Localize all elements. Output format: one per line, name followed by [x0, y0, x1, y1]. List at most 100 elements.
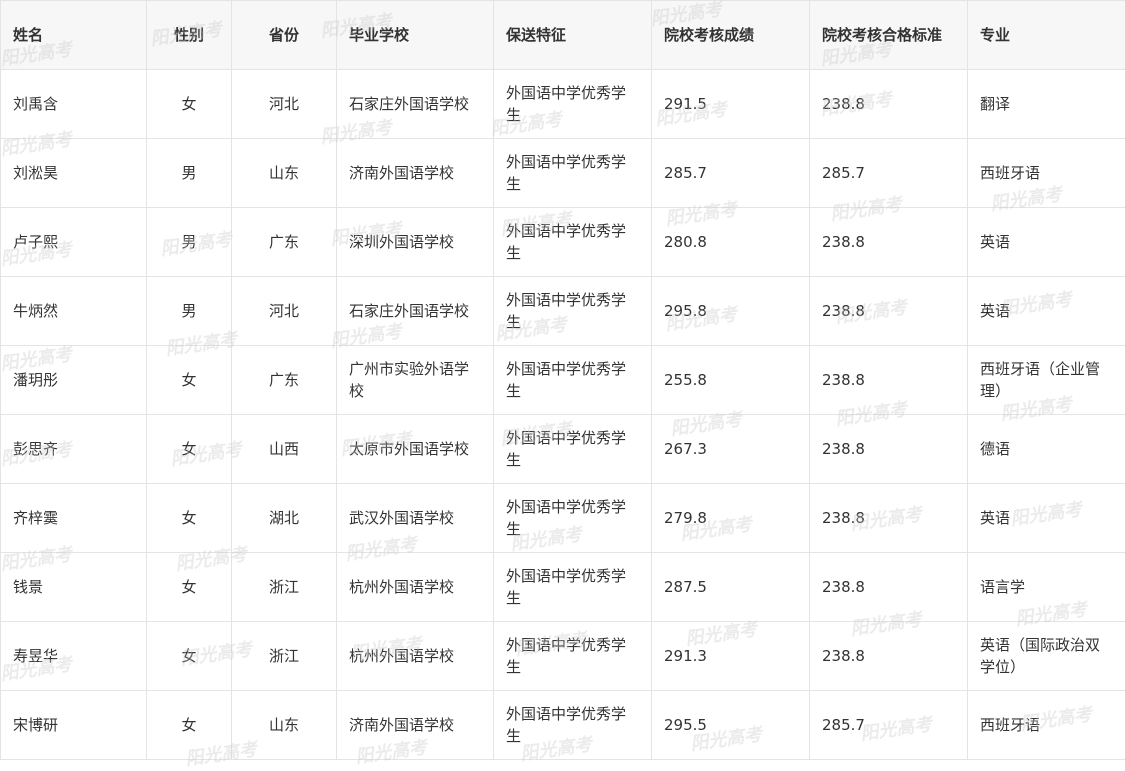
- cell-standard: 238.8: [810, 346, 968, 415]
- cell-feature: 外国语中学优秀学生: [494, 346, 652, 415]
- cell-gender: 女: [147, 346, 232, 415]
- cell-feature: 外国语中学优秀学生: [494, 415, 652, 484]
- cell-name: 宋博研: [1, 691, 147, 760]
- cell-school: 深圳外国语学校: [337, 208, 494, 277]
- cell-province: 广东: [232, 208, 337, 277]
- header-score: 院校考核成绩: [652, 1, 810, 70]
- cell-standard: 238.8: [810, 415, 968, 484]
- cell-feature: 外国语中学优秀学生: [494, 553, 652, 622]
- header-feature: 保送特征: [494, 1, 652, 70]
- cell-major: 西班牙语（企业管理）: [968, 346, 1125, 415]
- cell-major: 翻译: [968, 70, 1125, 139]
- cell-name: 寿昱华: [1, 622, 147, 691]
- cell-feature: 外国语中学优秀学生: [494, 484, 652, 553]
- cell-name: 彭思齐: [1, 415, 147, 484]
- cell-province: 浙江: [232, 553, 337, 622]
- cell-major: 语言学: [968, 553, 1125, 622]
- cell-name: 钱景: [1, 553, 147, 622]
- cell-score: 279.8: [652, 484, 810, 553]
- header-gender: 性别: [147, 1, 232, 70]
- cell-school: 济南外国语学校: [337, 691, 494, 760]
- cell-score: 295.8: [652, 277, 810, 346]
- cell-standard: 238.8: [810, 277, 968, 346]
- table-row: 卢子熙男广东深圳外国语学校外国语中学优秀学生280.8238.8英语: [1, 208, 1125, 277]
- cell-province: 山东: [232, 139, 337, 208]
- header-province: 省份: [232, 1, 337, 70]
- cell-standard: 285.7: [810, 139, 968, 208]
- cell-school: 石家庄外国语学校: [337, 70, 494, 139]
- cell-school: 太原市外国语学校: [337, 415, 494, 484]
- cell-name: 卢子熙: [1, 208, 147, 277]
- cell-score: 287.5: [652, 553, 810, 622]
- cell-school: 济南外国语学校: [337, 139, 494, 208]
- cell-standard: 238.8: [810, 553, 968, 622]
- table-row: 刘淞昊男山东济南外国语学校外国语中学优秀学生285.7285.7西班牙语: [1, 139, 1125, 208]
- header-name: 姓名: [1, 1, 147, 70]
- cell-gender: 女: [147, 553, 232, 622]
- admission-table: 姓名 性别 省份 毕业学校 保送特征 院校考核成绩 院校考核合格标准 专业 刘禹…: [0, 0, 1125, 760]
- cell-score: 267.3: [652, 415, 810, 484]
- cell-score: 291.5: [652, 70, 810, 139]
- cell-name: 牛炳然: [1, 277, 147, 346]
- table-row: 刘禹含女河北石家庄外国语学校外国语中学优秀学生291.5238.8翻译: [1, 70, 1125, 139]
- cell-feature: 外国语中学优秀学生: [494, 622, 652, 691]
- table-row: 潘玥彤女广东广州市实验外语学校外国语中学优秀学生255.8238.8西班牙语（企…: [1, 346, 1125, 415]
- header-major: 专业: [968, 1, 1125, 70]
- cell-score: 291.3: [652, 622, 810, 691]
- cell-gender: 男: [147, 277, 232, 346]
- table-row: 彭思齐女山西太原市外国语学校外国语中学优秀学生267.3238.8德语: [1, 415, 1125, 484]
- header-row: 姓名 性别 省份 毕业学校 保送特征 院校考核成绩 院校考核合格标准 专业: [1, 1, 1125, 70]
- cell-major: 西班牙语: [968, 691, 1125, 760]
- cell-gender: 男: [147, 208, 232, 277]
- table-row: 钱景女浙江杭州外国语学校外国语中学优秀学生287.5238.8语言学: [1, 553, 1125, 622]
- cell-standard: 238.8: [810, 208, 968, 277]
- table-row: 宋博研女山东济南外国语学校外国语中学优秀学生295.5285.7西班牙语: [1, 691, 1125, 760]
- cell-major: 英语: [968, 277, 1125, 346]
- cell-gender: 男: [147, 139, 232, 208]
- cell-standard: 285.7: [810, 691, 968, 760]
- cell-gender: 女: [147, 70, 232, 139]
- cell-school: 杭州外国语学校: [337, 553, 494, 622]
- cell-feature: 外国语中学优秀学生: [494, 208, 652, 277]
- cell-province: 浙江: [232, 622, 337, 691]
- cell-school: 广州市实验外语学校: [337, 346, 494, 415]
- cell-standard: 238.8: [810, 484, 968, 553]
- cell-province: 湖北: [232, 484, 337, 553]
- cell-feature: 外国语中学优秀学生: [494, 277, 652, 346]
- cell-school: 杭州外国语学校: [337, 622, 494, 691]
- cell-score: 285.7: [652, 139, 810, 208]
- cell-standard: 238.8: [810, 622, 968, 691]
- cell-major: 英语（国际政治双学位）: [968, 622, 1125, 691]
- cell-province: 河北: [232, 70, 337, 139]
- cell-province: 山西: [232, 415, 337, 484]
- cell-name: 刘禹含: [1, 70, 147, 139]
- table-row: 牛炳然男河北石家庄外国语学校外国语中学优秀学生295.8238.8英语: [1, 277, 1125, 346]
- table-row: 齐梓霙女湖北武汉外国语学校外国语中学优秀学生279.8238.8英语: [1, 484, 1125, 553]
- cell-province: 河北: [232, 277, 337, 346]
- cell-score: 295.5: [652, 691, 810, 760]
- header-school: 毕业学校: [337, 1, 494, 70]
- cell-province: 广东: [232, 346, 337, 415]
- cell-name: 齐梓霙: [1, 484, 147, 553]
- cell-gender: 女: [147, 415, 232, 484]
- cell-major: 英语: [968, 484, 1125, 553]
- cell-school: 武汉外国语学校: [337, 484, 494, 553]
- cell-feature: 外国语中学优秀学生: [494, 70, 652, 139]
- cell-standard: 238.8: [810, 70, 968, 139]
- cell-gender: 女: [147, 622, 232, 691]
- cell-major: 西班牙语: [968, 139, 1125, 208]
- cell-school: 石家庄外国语学校: [337, 277, 494, 346]
- cell-major: 英语: [968, 208, 1125, 277]
- cell-name: 刘淞昊: [1, 139, 147, 208]
- cell-gender: 女: [147, 691, 232, 760]
- cell-feature: 外国语中学优秀学生: [494, 691, 652, 760]
- table-row: 寿昱华女浙江杭州外国语学校外国语中学优秀学生291.3238.8英语（国际政治双…: [1, 622, 1125, 691]
- cell-major: 德语: [968, 415, 1125, 484]
- cell-province: 山东: [232, 691, 337, 760]
- cell-gender: 女: [147, 484, 232, 553]
- cell-feature: 外国语中学优秀学生: [494, 139, 652, 208]
- cell-score: 255.8: [652, 346, 810, 415]
- cell-name: 潘玥彤: [1, 346, 147, 415]
- cell-score: 280.8: [652, 208, 810, 277]
- header-standard: 院校考核合格标准: [810, 1, 968, 70]
